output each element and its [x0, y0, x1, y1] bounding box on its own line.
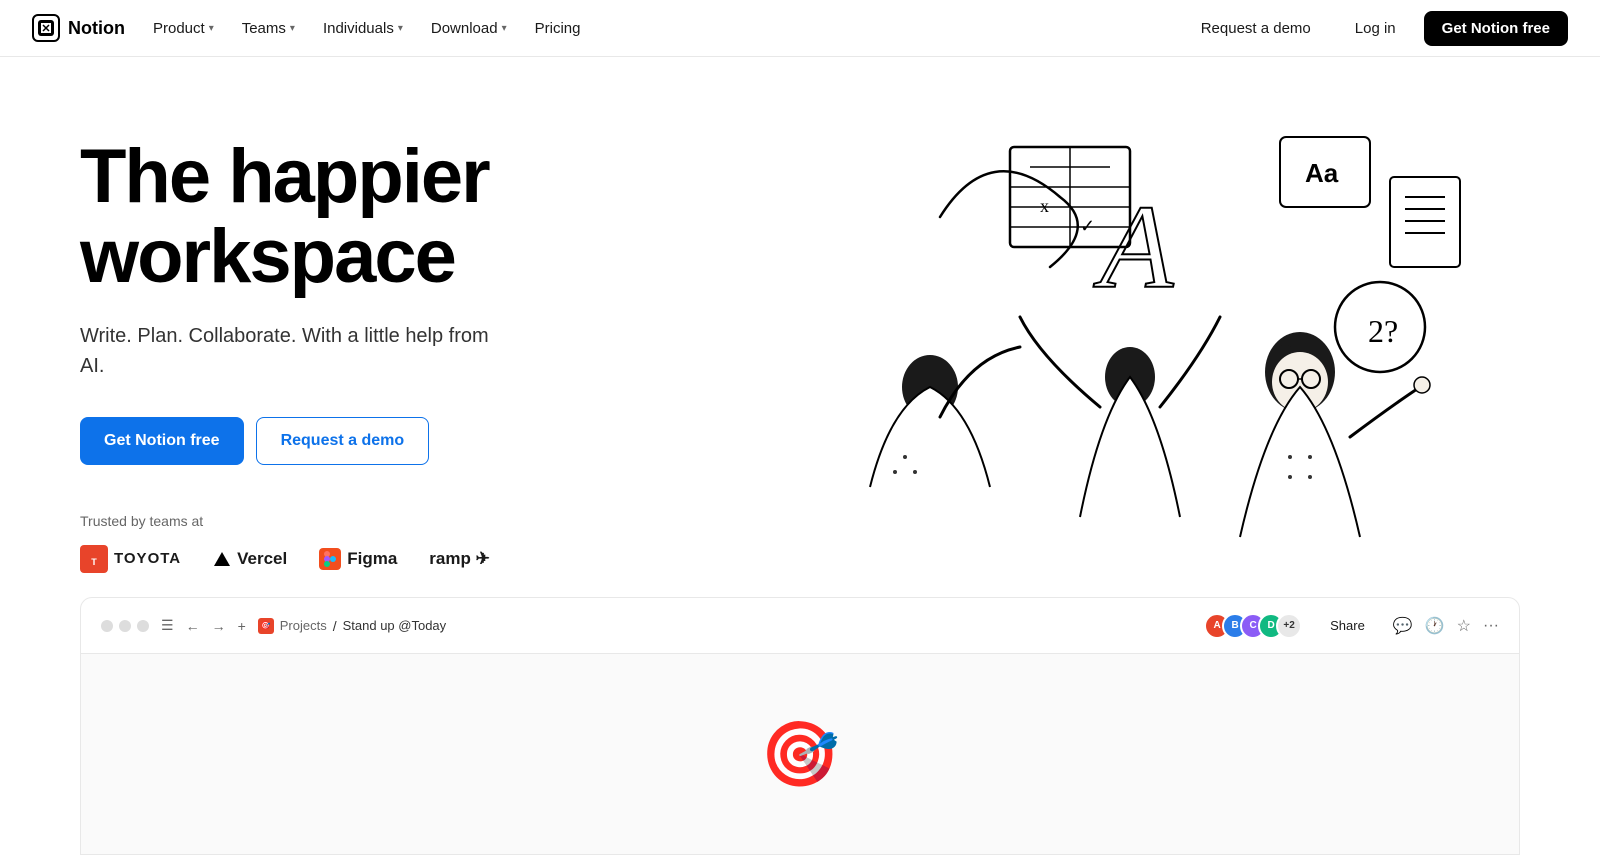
- get-notion-nav-button[interactable]: Get Notion free: [1424, 11, 1568, 46]
- vercel-name: Vercel: [237, 549, 287, 569]
- request-demo-button[interactable]: Request a demo: [1185, 12, 1327, 45]
- navbar: Notion Product ▾ Teams ▾ Individuals ▾ D…: [0, 0, 1600, 57]
- trusted-section: Trusted by teams at T TOYOTA Vercel: [80, 513, 660, 573]
- nav-individuals[interactable]: Individuals ▾: [311, 12, 415, 45]
- toyota-logo: T TOYOTA: [80, 545, 181, 573]
- chevron-down-icon: ▾: [502, 23, 507, 34]
- request-demo-hero-button[interactable]: Request a demo: [256, 417, 430, 465]
- nav-product[interactable]: Product ▾: [141, 12, 226, 45]
- get-notion-hero-button[interactable]: Get Notion free: [80, 417, 244, 465]
- brand-name: Notion: [68, 18, 125, 39]
- comment-icon[interactable]: 💬: [1393, 616, 1413, 636]
- figma-logo: Figma: [319, 548, 397, 570]
- window-dot-min: [119, 620, 131, 632]
- trusted-logos: T TOYOTA Vercel: [80, 545, 660, 573]
- nav-links: Product ▾ Teams ▾ Individuals ▾ Download…: [141, 12, 1185, 45]
- nav-product-label: Product: [153, 20, 205, 37]
- share-button[interactable]: Share: [1314, 610, 1381, 641]
- figma-name: Figma: [347, 549, 397, 569]
- svg-text:T: T: [91, 557, 97, 567]
- vercel-logo: Vercel: [213, 549, 287, 569]
- nav-right: Request a demo Log in Get Notion free: [1185, 11, 1568, 46]
- hero-title-line1: The happier: [80, 134, 489, 219]
- breadcrumb-parent[interactable]: Projects: [280, 618, 327, 633]
- brand-logo[interactable]: Notion: [32, 14, 125, 42]
- hero-title-line2: workspace: [80, 214, 455, 299]
- breadcrumb-child[interactable]: Stand up @Today: [343, 618, 447, 633]
- nav-download-label: Download: [431, 20, 498, 37]
- vercel-icon: [213, 550, 231, 568]
- projects-icon: 🎯: [258, 618, 274, 634]
- avatar-group: A B C D +2: [1204, 613, 1302, 639]
- nav-pricing[interactable]: Pricing: [523, 12, 593, 45]
- hero-title: The happier workspace: [80, 137, 660, 297]
- more-options-icon[interactable]: ···: [1483, 617, 1499, 635]
- hero-illustration: x ✓ A Aa 2?: [660, 117, 1520, 597]
- svg-text:2?: 2?: [1368, 313, 1398, 349]
- chevron-down-icon: ▾: [209, 23, 214, 34]
- hero-section: The happier workspace Write. Plan. Colla…: [0, 57, 1600, 597]
- nav-download[interactable]: Download ▾: [419, 12, 519, 45]
- target-icon: 🎯: [760, 717, 840, 792]
- nav-pricing-label: Pricing: [535, 20, 581, 37]
- ramp-name: ramp ✈: [429, 549, 490, 569]
- star-icon[interactable]: ☆: [1457, 616, 1471, 636]
- trusted-label: Trusted by teams at: [80, 513, 660, 529]
- nav-individuals-label: Individuals: [323, 20, 394, 37]
- hero-illustration-area: x ✓ A Aa 2?: [660, 117, 1520, 597]
- chevron-down-icon: ▾: [398, 23, 403, 34]
- breadcrumb-separator: /: [333, 618, 337, 634]
- svg-text:A: A: [1093, 180, 1174, 313]
- svg-text:x: x: [1040, 196, 1049, 216]
- nav-teams-label: Teams: [242, 20, 286, 37]
- app-preview: ☰ ← → + 🎯 Projects / Stand up @Today A B…: [80, 597, 1520, 855]
- svg-text:Aa: Aa: [1305, 158, 1339, 188]
- breadcrumb: 🎯 Projects / Stand up @Today: [258, 618, 446, 634]
- forward-button[interactable]: →: [212, 618, 226, 634]
- window-dots: [101, 620, 149, 632]
- svg-text:✓: ✓: [1080, 216, 1095, 236]
- notion-logo-icon: [32, 14, 60, 42]
- back-button[interactable]: ←: [186, 618, 200, 634]
- nav-teams[interactable]: Teams ▾: [230, 12, 307, 45]
- window-dot-close: [101, 620, 113, 632]
- avatar-overflow-count: +2: [1276, 613, 1302, 639]
- hero-left: The happier workspace Write. Plan. Colla…: [80, 117, 660, 573]
- app-preview-content: 🎯: [81, 654, 1519, 854]
- window-dot-max: [137, 620, 149, 632]
- toyota-icon: T: [80, 545, 108, 573]
- chevron-down-icon: ▾: [290, 23, 295, 34]
- sidebar-toggle[interactable]: ☰: [161, 617, 174, 634]
- app-preview-actions: A B C D +2 Share 💬 🕐 ☆ ···: [1204, 610, 1499, 641]
- hero-subtitle: Write. Plan. Collaborate. With a little …: [80, 321, 500, 381]
- ramp-logo: ramp ✈: [429, 549, 490, 569]
- toyota-name: TOYOTA: [114, 550, 181, 567]
- app-preview-bar: ☰ ← → + 🎯 Projects / Stand up @Today A B…: [81, 598, 1519, 654]
- hero-buttons: Get Notion free Request a demo: [80, 417, 660, 465]
- add-button[interactable]: +: [238, 618, 246, 634]
- figma-icon: [319, 548, 341, 570]
- history-icon[interactable]: 🕐: [1425, 616, 1445, 636]
- login-button[interactable]: Log in: [1339, 12, 1412, 45]
